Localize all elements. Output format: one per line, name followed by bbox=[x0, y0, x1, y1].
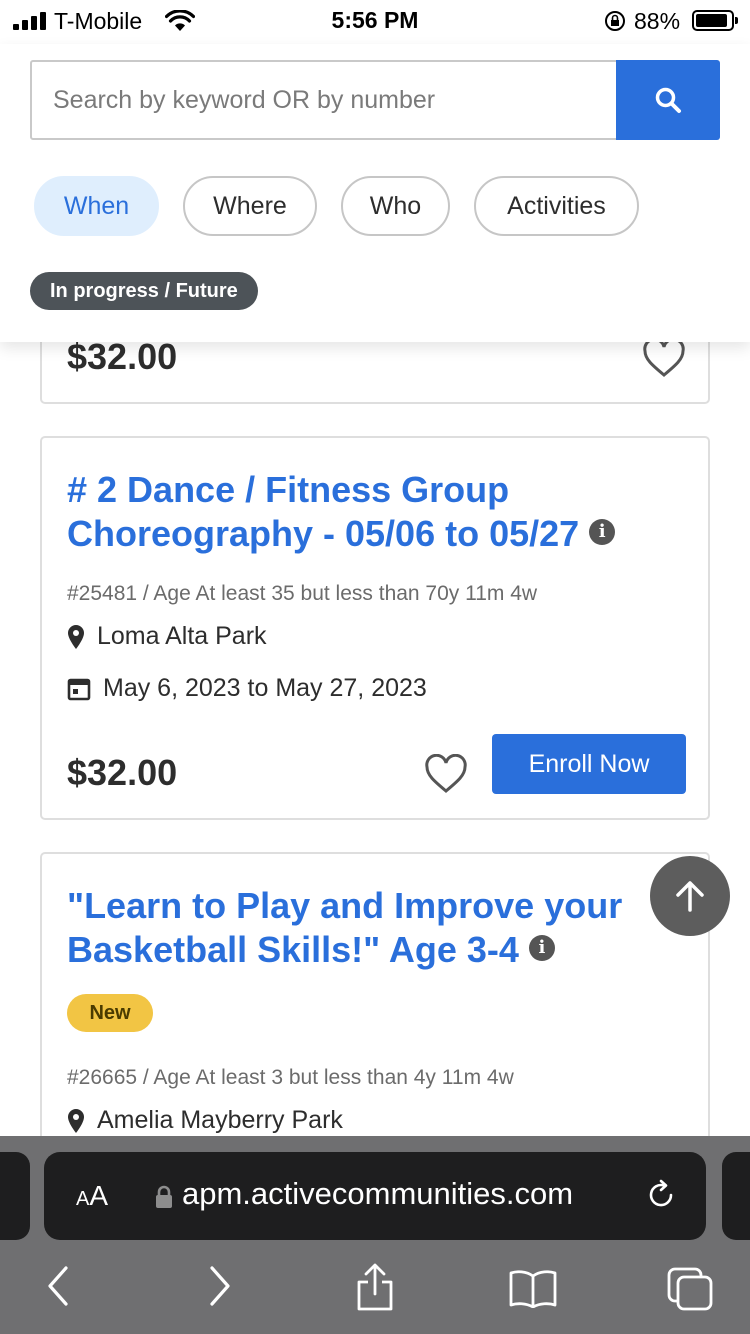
reader-options-button[interactable]: AA bbox=[76, 1180, 108, 1212]
lock-icon bbox=[156, 1185, 172, 1208]
info-icon[interactable]: i bbox=[589, 519, 616, 546]
forward-icon[interactable] bbox=[204, 1264, 234, 1308]
filter-where[interactable]: Where bbox=[183, 176, 317, 236]
new-badge: New bbox=[67, 994, 153, 1032]
previous-tab-edge[interactable] bbox=[0, 1152, 30, 1240]
activity-meta: #25481 / Age At least 35 but less than 7… bbox=[67, 582, 538, 605]
activity-card: "Learn to Play and Improve your Basketba… bbox=[40, 852, 710, 1172]
filter-when[interactable]: When bbox=[34, 176, 159, 236]
search-icon bbox=[655, 87, 681, 113]
info-icon[interactable]: i bbox=[528, 935, 555, 962]
bookmarks-icon[interactable] bbox=[508, 1268, 558, 1308]
activity-card: # 2 Dance / Fitness Group Choreography -… bbox=[40, 436, 710, 820]
date-range: May 6, 2023 to May 27, 2023 bbox=[103, 674, 427, 702]
activity-dates: May 6, 2023 to May 27, 2023 bbox=[67, 674, 427, 703]
activity-title-link[interactable]: # 2 Dance / Fitness Group Choreography -… bbox=[67, 469, 579, 554]
activity-location: Amelia Mayberry Park bbox=[67, 1106, 343, 1135]
enroll-now-button[interactable]: Enroll Now bbox=[492, 734, 686, 794]
search-input[interactable] bbox=[32, 62, 616, 138]
filter-activities[interactable]: Activities bbox=[474, 176, 639, 236]
activity-title[interactable]: # 2 Dance / Fitness Group Choreography -… bbox=[67, 468, 667, 556]
heart-icon[interactable] bbox=[424, 754, 468, 794]
activity-meta: #26665 / Age At least 3 but less than 4y… bbox=[67, 1066, 514, 1089]
price: $32.00 bbox=[67, 336, 178, 377]
search-button[interactable] bbox=[616, 60, 720, 140]
aa-small: A bbox=[76, 1188, 90, 1210]
back-icon[interactable] bbox=[44, 1264, 74, 1308]
heart-icon[interactable] bbox=[642, 338, 686, 378]
address-bar[interactable]: AA apm.activecommunities.com bbox=[44, 1152, 706, 1240]
activity-title[interactable]: "Learn to Play and Improve your Basketba… bbox=[67, 884, 667, 972]
map-pin-icon bbox=[68, 624, 84, 649]
activity-location: Loma Alta Park bbox=[67, 622, 267, 651]
battery-icon bbox=[692, 10, 738, 31]
url-text[interactable]: apm.activecommunities.com bbox=[182, 1176, 573, 1212]
search-filter-panel: When Where Who Activities In progress / … bbox=[0, 44, 750, 342]
location-name: Amelia Mayberry Park bbox=[97, 1106, 343, 1134]
aa-large: A bbox=[89, 1180, 109, 1211]
scroll-to-top-button[interactable] bbox=[650, 856, 730, 936]
share-icon[interactable] bbox=[354, 1262, 396, 1312]
tabs-icon[interactable] bbox=[666, 1266, 714, 1312]
browser-toolbar: AA apm.activecommunities.com bbox=[0, 1136, 750, 1334]
location-name: Loma Alta Park bbox=[97, 622, 267, 650]
filter-tag-in-progress[interactable]: In progress / Future bbox=[30, 272, 258, 310]
next-tab-edge[interactable] bbox=[722, 1152, 750, 1240]
orientation-lock-icon bbox=[605, 11, 625, 31]
filter-who[interactable]: Who bbox=[341, 176, 450, 236]
reload-icon[interactable] bbox=[644, 1178, 678, 1212]
map-pin-icon bbox=[68, 1108, 84, 1133]
arrow-up-icon bbox=[676, 881, 704, 912]
battery-percent: 88% bbox=[634, 8, 681, 34]
price: $32.00 bbox=[67, 752, 178, 793]
status-bar: T-Mobile 5:56 PM 88% bbox=[0, 0, 750, 44]
search-box bbox=[30, 60, 618, 140]
calendar-icon bbox=[67, 678, 91, 700]
